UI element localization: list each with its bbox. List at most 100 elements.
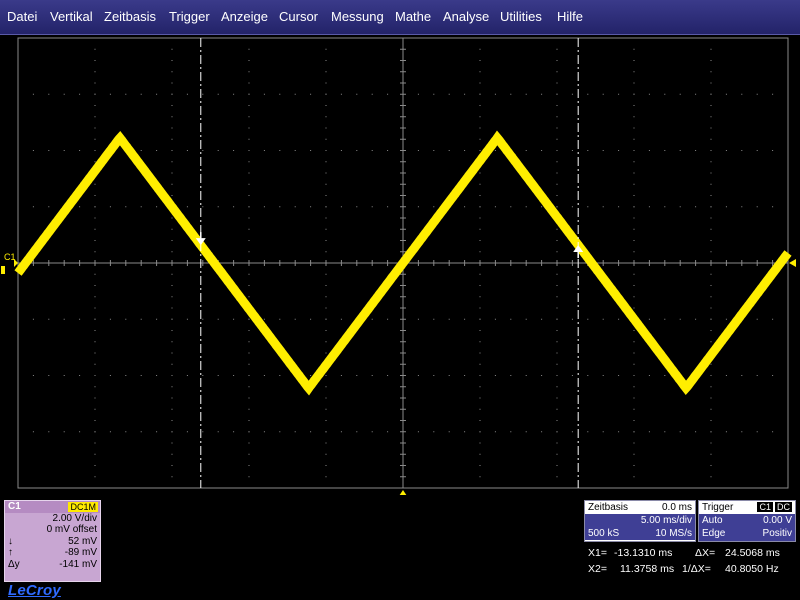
grid-minor-dot [94, 330, 96, 331]
coupling-badge: DC1M [68, 502, 98, 512]
grid-minor-dot [340, 93, 342, 95]
grid-minor-dot [710, 37, 712, 39]
grid-minor-dot [695, 431, 697, 433]
grid-minor-dot [710, 453, 712, 455]
grid-minor-dot [464, 375, 466, 376]
trigger-position-icon [399, 490, 407, 495]
grid-minor-dot [387, 375, 389, 376]
grid-minor-dot [340, 318, 342, 320]
grid-minor-dot [494, 318, 496, 320]
grid-minor-dot [171, 251, 173, 253]
grid-minor-dot [310, 206, 312, 208]
grid-minor-dot [371, 318, 373, 320]
grid-minor-dot [648, 150, 650, 151]
menu-mathe[interactable]: Mathe [395, 9, 431, 24]
grid-minor-dot [156, 93, 158, 95]
grid-minor-dot [32, 93, 34, 95]
grid-minor-dot [325, 330, 327, 331]
grid-minor-dot [479, 71, 481, 73]
grid-minor-dot [618, 206, 620, 208]
grid-minor-dot [125, 431, 127, 433]
grid-minor-dot [741, 375, 743, 376]
grid-minor-dot [186, 431, 188, 433]
grid-minor-dot [248, 363, 250, 365]
grid-minor-dot [233, 375, 235, 376]
grid-minor-dot [171, 375, 173, 376]
grid-minor-dot [556, 397, 558, 399]
grid-minor-dot [648, 93, 650, 95]
sample-count: 500 kS [588, 528, 620, 539]
grid-minor-dot [109, 206, 111, 208]
grid-minor-dot [48, 93, 50, 95]
grid-minor-dot [633, 307, 635, 309]
grid-minor-dot [248, 161, 250, 163]
grid-minor-dot [94, 408, 96, 410]
grid-minor-dot [571, 431, 573, 433]
menu-vertikal[interactable]: Vertikal [50, 9, 93, 24]
grid-minor-dot [279, 431, 281, 433]
grid-minor-dot [171, 465, 173, 466]
grid-minor-dot [417, 206, 419, 208]
timebase-panel[interactable]: Zeitbasis 0.0 ms 5.00 ms/div 500 kS 10 M… [584, 500, 696, 542]
grid-minor-dot [479, 487, 481, 489]
grid-minor-dot [325, 161, 327, 163]
grid-minor-dot [94, 138, 96, 140]
trigger-type: Edge [702, 528, 726, 539]
grid-minor-dot [248, 330, 250, 331]
menu-trigger[interactable]: Trigger [169, 9, 210, 24]
grid-minor-dot [248, 183, 250, 185]
grid-minor-dot [556, 431, 558, 433]
cursor-2-voltage: -89 mV [64, 547, 97, 559]
grid-minor-dot [325, 37, 327, 39]
grid-minor-dot [94, 363, 96, 365]
menu-cursor[interactable]: Cursor [279, 9, 318, 24]
menu-hilfe[interactable]: Hilfe [557, 9, 583, 24]
grid-minor-dot [325, 352, 327, 354]
grid-minor-dot [171, 37, 173, 39]
grid-minor-dot [387, 150, 389, 151]
grid-minor-dot [479, 285, 481, 286]
grid-minor-dot [710, 420, 712, 421]
grid-minor-dot [433, 375, 435, 376]
grid-minor-dot [48, 375, 50, 376]
grid-minor-dot [710, 116, 712, 118]
trigger-panel[interactable]: Trigger C1 DC Auto 0.00 V Edge Positiv [698, 500, 796, 542]
grid-minor-dot [171, 172, 173, 174]
grid-minor-dot [479, 341, 481, 343]
menu-datei[interactable]: Datei [7, 9, 37, 24]
waveform-area[interactable]: C1 [0, 35, 800, 495]
grid-minor-dot [32, 431, 34, 433]
grid-minor-dot [541, 431, 543, 433]
menu-analyse[interactable]: Analyse [443, 9, 489, 24]
grid-minor-dot [479, 465, 481, 466]
grid-minor-dot [525, 431, 527, 433]
menu-anzeige[interactable]: Anzeige [221, 9, 268, 24]
grid-minor-dot [556, 285, 558, 286]
grid-minor-dot [510, 318, 512, 320]
grid-minor-dot [587, 150, 589, 151]
offset-value: 0 mV offset [46, 524, 97, 536]
grid-minor-dot [710, 285, 712, 286]
grid-minor-dot [433, 431, 435, 433]
grid-minor-dot [571, 318, 573, 320]
grid-minor-dot [263, 150, 265, 151]
x1-value: -13.1310 ms [614, 547, 673, 559]
grid-minor-dot [325, 93, 327, 95]
grid-minor-dot [233, 93, 235, 95]
menu-utilities[interactable]: Utilities [500, 9, 542, 24]
grid-minor-dot [710, 273, 712, 275]
grid-minor-dot [248, 217, 250, 219]
channel-1-panel[interactable]: C1 DC1M 2.00 V/div 0 mV offset ↓ 52 mV ↑… [4, 500, 101, 582]
menu-messung[interactable]: Messung [331, 9, 384, 24]
grid-minor-dot [263, 206, 265, 208]
grid-minor-dot [248, 195, 250, 196]
scope-display[interactable]: C1 [0, 35, 800, 495]
grid-minor-dot [417, 150, 419, 151]
grid-minor-dot [725, 318, 727, 320]
grid-minor-dot [633, 476, 635, 478]
grid-minor-dot [186, 93, 188, 95]
trigger-title: Trigger [702, 502, 734, 513]
cursor-readout: X1= -13.1310 ms ΔX= 24.5068 ms X2= 11.37… [584, 545, 798, 577]
grid-minor-dot [171, 442, 173, 444]
menu-zeitbasis[interactable]: Zeitbasis [104, 9, 156, 24]
